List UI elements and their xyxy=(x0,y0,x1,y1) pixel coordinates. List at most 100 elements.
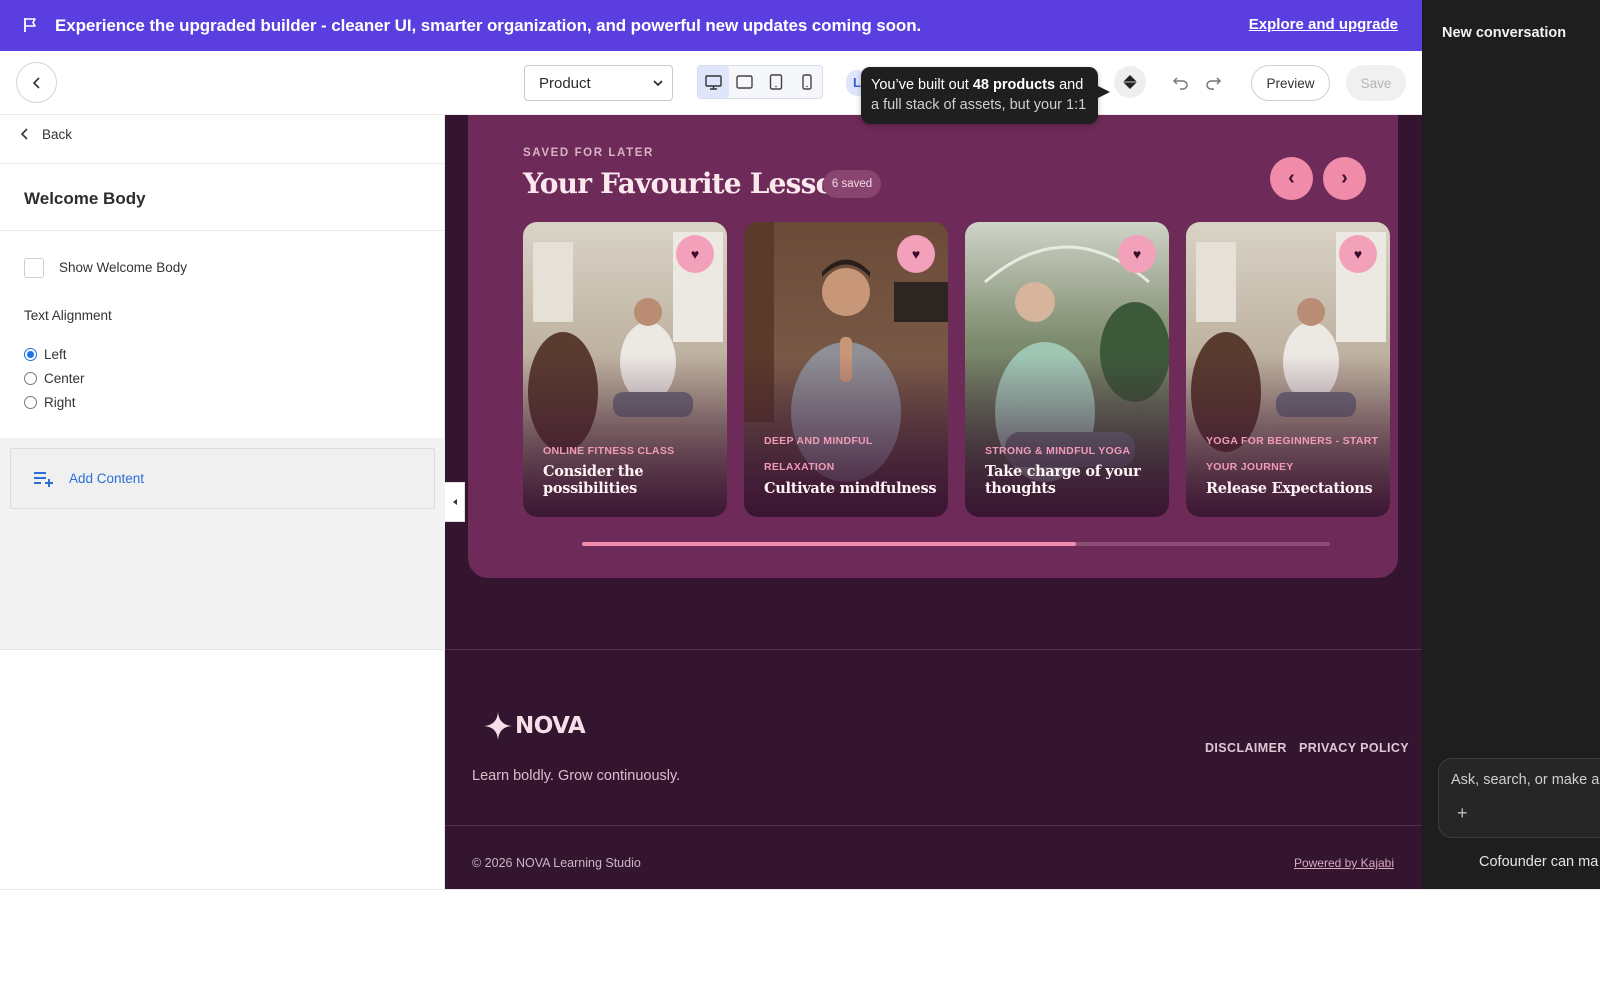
save-button[interactable]: Save xyxy=(1346,65,1406,101)
mobile-icon xyxy=(801,74,812,90)
app-root: Experience the upgraded builder - cleane… xyxy=(0,0,1600,1000)
carousel-scrollbar[interactable] xyxy=(582,542,1330,546)
page-preview-canvas: SAVED FOR LATER Your Favourite Lessons 6… xyxy=(445,115,1422,889)
align-right-label: Right xyxy=(44,395,76,410)
products-tooltip: You’ve built out 48 products and a full … xyxy=(861,67,1098,124)
carousel-prev-button[interactable]: ‹ xyxy=(1270,157,1313,200)
carousel-next-button[interactable]: › xyxy=(1323,157,1366,200)
favourite-heart-button[interactable]: ♥ xyxy=(1118,235,1156,273)
exit-button[interactable] xyxy=(16,62,57,103)
tooltip-bold: 48 products xyxy=(972,77,1056,93)
tablet-landscape-view-button[interactable] xyxy=(729,66,760,98)
tooltip-arrow xyxy=(1094,84,1110,100)
tablet-landscape-icon xyxy=(736,75,753,89)
mobile-view-button[interactable] xyxy=(791,66,822,98)
nova-logo[interactable]: NOVA xyxy=(483,711,586,741)
add-content-label: Add Content xyxy=(69,471,145,486)
align-left-radio[interactable] xyxy=(24,348,37,361)
favourite-heart-button[interactable]: ♥ xyxy=(676,235,714,273)
settings-panel: Back Welcome Body Show Welcome Body Text… xyxy=(0,115,445,889)
lesson-category: DEEP AND MINDFUL xyxy=(764,435,873,447)
lesson-card[interactable]: ♥ STRONG & MINDFUL YOGA Take charge of y… xyxy=(965,222,1169,517)
collapse-panel-tab[interactable] xyxy=(445,482,465,522)
divider xyxy=(0,230,445,231)
lesson-category: YOUR JOURNEY xyxy=(1206,461,1294,473)
align-right-radio[interactable] xyxy=(24,396,37,409)
conversation-title: New conversation xyxy=(1442,25,1567,41)
lesson-category: STRONG & MINDFUL YOGA xyxy=(985,445,1131,457)
lesson-title-line: thoughts xyxy=(985,480,1056,497)
undo-icon[interactable] xyxy=(1172,74,1190,90)
upgrade-banner: Experience the upgraded builder - cleane… xyxy=(0,0,1422,51)
lesson-title-line: Take charge of your xyxy=(985,463,1141,480)
carousel-scrollbar-thumb[interactable] xyxy=(582,542,1076,546)
diamond-icon xyxy=(1123,75,1137,89)
heart-icon: ♥ xyxy=(1132,246,1142,262)
divider xyxy=(0,163,445,164)
lesson-title-line: Cultivate mindfulness xyxy=(764,480,937,497)
copyright-text: © 2026 NOVA Learning Studio xyxy=(472,856,641,870)
lesson-title-line: possibilities xyxy=(543,480,638,497)
footer-divider xyxy=(445,825,1422,826)
tablet-portrait-view-button[interactable] xyxy=(760,66,791,98)
footer-tagline: Learn boldly. Grow continuously. xyxy=(472,768,681,784)
heart-icon: ♥ xyxy=(690,246,700,262)
logo-text: NOVA xyxy=(515,713,586,739)
assistant-panel: New conversation Ask, search, or make a … xyxy=(1422,0,1600,889)
lesson-title-line: Consider the xyxy=(543,463,644,480)
align-center-label: Center xyxy=(44,371,85,386)
section-eyebrow: SAVED FOR LATER xyxy=(523,147,654,159)
upgrade-diamond-button[interactable] xyxy=(1114,66,1146,98)
lesson-card[interactable]: ♥ DEEP AND MINDFUL RELAXATION Cultivate … xyxy=(744,222,948,517)
section-title: Your Favourite Lessons xyxy=(523,167,869,200)
lesson-category: YOGA FOR BEGINNERS - START xyxy=(1206,435,1379,447)
tooltip-prefix: You’ve built out xyxy=(871,77,973,93)
chevron-left-icon xyxy=(20,128,28,140)
page-type-select[interactable]: Product xyxy=(524,65,673,101)
heart-icon: ♥ xyxy=(911,246,921,262)
align-left-label: Left xyxy=(44,347,67,362)
text-alignment-label: Text Alignment xyxy=(24,308,112,323)
favourite-heart-button[interactable]: ♥ xyxy=(897,235,935,273)
back-label: Back xyxy=(42,126,73,142)
chevron-left-icon xyxy=(32,76,40,89)
plus-icon[interactable]: + xyxy=(1457,803,1468,824)
desktop-icon xyxy=(705,74,722,90)
assistant-input-placeholder: Ask, search, or make a xyxy=(1451,772,1600,788)
saved-count-badge: 6 saved xyxy=(823,170,881,198)
desktop-view-button[interactable] xyxy=(698,66,729,98)
sparkle-icon xyxy=(484,712,512,740)
banner-message: Experience the upgraded builder - cleane… xyxy=(55,16,922,35)
favourite-lessons-section: SAVED FOR LATER Your Favourite Lessons 6… xyxy=(468,115,1398,578)
tooltip-suffix: and xyxy=(1055,77,1084,93)
panel-title: Welcome Body xyxy=(24,189,146,208)
page-type-value: Product xyxy=(539,74,591,92)
align-center-radio[interactable] xyxy=(24,372,37,385)
tooltip-line-2: a full stack of assets, but your 1:1 xyxy=(871,97,1087,113)
favourite-heart-button[interactable]: ♥ xyxy=(1339,235,1377,273)
caret-left-icon xyxy=(452,499,457,505)
lesson-category: ONLINE FITNESS CLASS xyxy=(543,445,675,457)
add-content-zone: Add Content xyxy=(0,438,445,650)
lesson-category: RELAXATION xyxy=(764,461,835,473)
back-link[interactable]: Back xyxy=(20,123,72,145)
lesson-card[interactable]: ♥ ONLINE FITNESS CLASS Consider the poss… xyxy=(523,222,727,517)
tooltip-line-1: You’ve built out 48 products and xyxy=(871,75,1088,95)
preview-button[interactable]: Preview xyxy=(1251,65,1330,101)
assistant-disclaimer: Cofounder can ma xyxy=(1479,854,1599,870)
add-content-button[interactable]: Add Content xyxy=(10,448,435,509)
disclaimer-link[interactable]: DISCLAIMER xyxy=(1205,741,1287,755)
lesson-title-line: Release Expectations xyxy=(1206,480,1373,497)
redo-icon[interactable] xyxy=(1204,74,1222,90)
device-switcher xyxy=(697,65,823,99)
show-welcome-body-checkbox[interactable] xyxy=(24,258,44,278)
assistant-input[interactable]: Ask, search, or make a + xyxy=(1438,758,1600,838)
tablet-portrait-icon xyxy=(769,74,782,90)
lesson-card[interactable]: ♥ YOGA FOR BEGINNERS - START YOUR JOURNE… xyxy=(1186,222,1390,517)
footer-divider xyxy=(445,649,1422,650)
playlist-add-icon xyxy=(34,471,53,487)
powered-by-link[interactable]: Powered by Kajabi xyxy=(1294,856,1394,870)
checkbox-label: Show Welcome Body xyxy=(59,260,188,275)
explore-upgrade-link[interactable]: Explore and upgrade xyxy=(1249,16,1398,33)
privacy-policy-link[interactable]: PRIVACY POLICY xyxy=(1299,741,1409,755)
